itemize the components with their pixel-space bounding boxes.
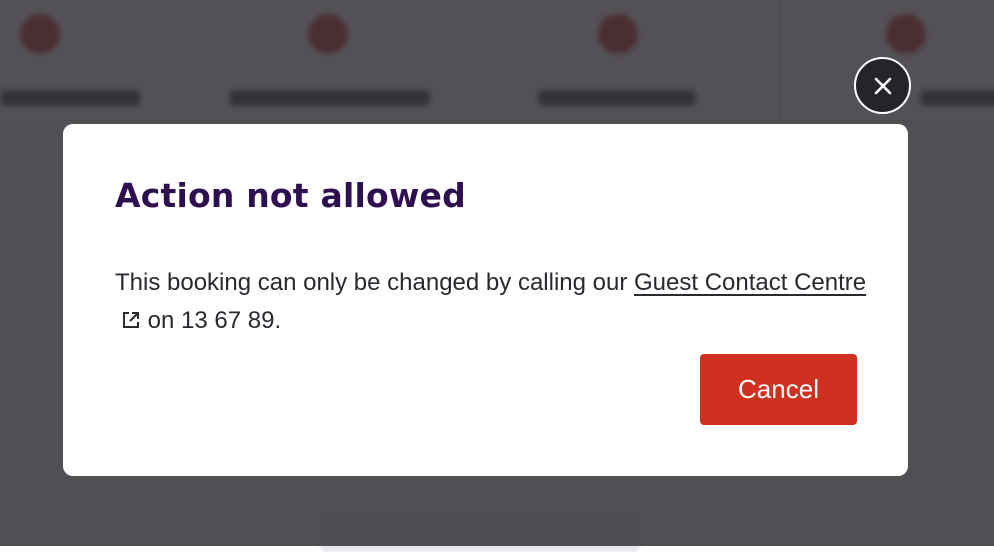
external-link-icon bbox=[123, 312, 139, 328]
dialog-title: Action not allowed bbox=[115, 176, 466, 215]
dialog-message-suffix: on 13 67 89. bbox=[147, 307, 282, 334]
guest-contact-centre-link-text: Guest Contact Centre bbox=[634, 269, 867, 296]
action-not-allowed-dialog: Action not allowed This booking can only… bbox=[63, 124, 908, 476]
close-icon bbox=[874, 77, 891, 94]
cancel-button[interactable]: Cancel bbox=[700, 354, 857, 425]
guest-contact-centre-link[interactable]: Guest Contact Centre bbox=[634, 269, 866, 296]
close-button[interactable] bbox=[854, 57, 911, 114]
dialog-message: This booking can only be changed by call… bbox=[115, 264, 875, 340]
dialog-message-text: This booking can only be changed by call… bbox=[115, 269, 628, 296]
